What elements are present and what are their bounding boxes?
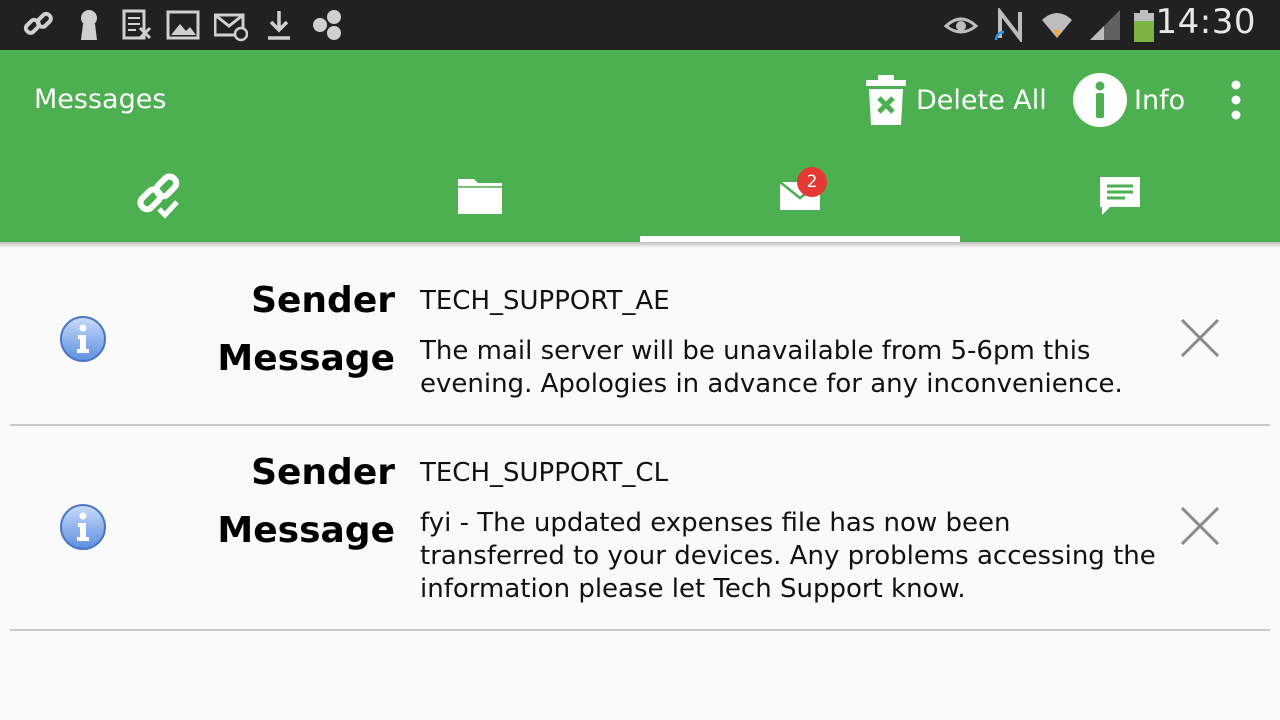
sender-value: TECH_SUPPORT_CL <box>420 458 669 488</box>
folder-icon <box>458 179 502 214</box>
keyhole-icon <box>81 10 97 40</box>
message-label: Message <box>217 510 395 551</box>
tab-chat[interactable] <box>960 150 1280 242</box>
unread-badge: 2 <box>797 167 827 197</box>
message-info-icon[interactable] <box>58 502 108 552</box>
trash-icon <box>866 75 906 125</box>
clock: 14:30 <box>1155 2 1256 42</box>
chat-icon <box>1100 177 1140 215</box>
toolbar-shadow <box>0 242 1280 248</box>
info-icon <box>1073 73 1127 127</box>
dismiss-message-icon[interactable] <box>1178 504 1222 548</box>
mail-at-icon <box>214 13 248 42</box>
link-icon <box>23 11 53 35</box>
delete-all-button[interactable]: Delete All <box>866 72 1047 128</box>
tab-files[interactable] <box>320 150 640 242</box>
dismiss-message-icon[interactable] <box>1178 316 1222 360</box>
document-icon <box>122 9 152 40</box>
signal-icon <box>1090 10 1120 40</box>
sender-value: TECH_SUPPORT_AE <box>420 286 670 316</box>
delete-all-label: Delete All <box>916 84 1047 116</box>
wifi-icon <box>1042 13 1072 38</box>
download-icon <box>268 11 290 40</box>
hexagons-icon <box>313 10 341 40</box>
message-text: fyi - The updated expenses file has now … <box>420 508 1156 604</box>
info-button[interactable]: Info <box>1072 72 1185 128</box>
divider <box>10 424 1270 426</box>
sender-label: Sender <box>251 452 395 493</box>
action-bar: Messages Delete All Info <box>0 50 1280 150</box>
status-bar: 14:30 <box>0 0 1280 50</box>
info-label: Info <box>1134 84 1186 116</box>
link-check-icon <box>137 173 180 219</box>
message-text: The mail server will be unavailable from… <box>420 336 1123 399</box>
tab-connections[interactable] <box>0 150 320 242</box>
overflow-menu-icon[interactable] <box>1222 78 1250 122</box>
tab-messages[interactable] <box>640 150 960 242</box>
eye-icon <box>944 17 978 34</box>
divider <box>10 629 1270 631</box>
tab-bar <box>0 150 1280 242</box>
sender-label: Sender <box>251 280 395 321</box>
message-info-icon[interactable] <box>58 314 108 364</box>
page-title: Messages <box>34 84 167 115</box>
nfc-icon <box>994 8 1022 42</box>
image-icon <box>166 10 200 40</box>
message-label: Message <box>217 338 395 379</box>
